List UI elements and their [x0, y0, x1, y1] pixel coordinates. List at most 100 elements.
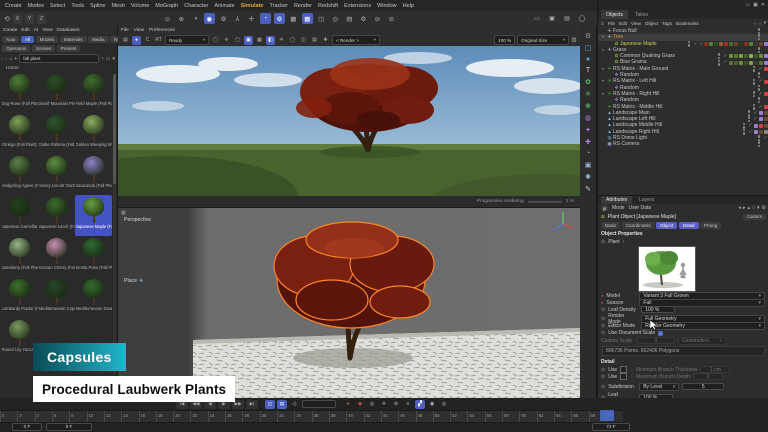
tag-chip[interactable]: [729, 42, 733, 46]
visibility-dots[interactable]: [758, 135, 761, 141]
timeline-toggle-1[interactable]: ▤: [277, 400, 287, 409]
layout-icon-3[interactable]: ◯: [577, 14, 587, 24]
tag-chip[interactable]: [764, 42, 768, 46]
plant-tile[interactable]: Field Maple (Fall Plant): [75, 72, 112, 113]
strip-tool-icon-8[interactable]: ✦: [585, 126, 591, 134]
ab-menu-view[interactable]: View: [42, 28, 52, 33]
section-tab-coordinates[interactable]: Coordinates: [622, 222, 655, 229]
plant-tile[interactable]: Mediterranean Dwarf...: [75, 277, 112, 318]
rv-icon-mid-4[interactable]: ▦: [255, 36, 264, 45]
rv-icon-3[interactable]: RT: [154, 36, 163, 45]
plant-tile[interactable]: Dog-Rose (Fall Plant): [1, 72, 38, 113]
gear-icon[interactable]: ⚙: [571, 36, 577, 44]
section-tab-basic[interactable]: Basic: [601, 222, 620, 229]
tag-chip[interactable]: [739, 54, 743, 58]
record-icon-2[interactable]: ◎: [367, 400, 377, 409]
toolbar-icon-7[interactable]: ◔: [260, 13, 271, 24]
visibility-dots[interactable]: [758, 97, 761, 103]
custom-button[interactable]: Custom: [743, 214, 766, 220]
toolbar-icon-8[interactable]: ⚙: [274, 13, 285, 24]
visibility-dots[interactable]: [753, 79, 756, 85]
visibility-dots[interactable]: [753, 104, 756, 110]
attr-corner-icon-2[interactable]: ▴: [747, 205, 750, 211]
tag-chip[interactable]: [754, 124, 758, 128]
menu-window[interactable]: Window: [377, 3, 397, 9]
strip-tool-icon-4[interactable]: ✿: [585, 78, 591, 86]
visibility-dots[interactable]: [718, 53, 721, 59]
tag-chip[interactable]: [764, 80, 768, 84]
layout-icon-2[interactable]: ▤: [562, 14, 572, 24]
obj-corner-icon-0[interactable]: ○: [754, 21, 757, 26]
toolbar-icon-6[interactable]: ✛: [246, 13, 257, 24]
end-frame-field[interactable]: 72 F: [592, 423, 630, 431]
strip-tool-icon-10[interactable]: ◔: [586, 150, 590, 157]
strip-tool-icon-13[interactable]: ✎: [585, 185, 591, 193]
strip-tool-icon-11[interactable]: ▣: [585, 161, 592, 169]
toolbar-icon-16[interactable]: ⊘: [386, 13, 397, 24]
tag-chip[interactable]: [754, 54, 758, 58]
tag-chip[interactable]: [744, 42, 748, 46]
rv-icon-mid-0[interactable]: ◯: [211, 36, 220, 45]
max-branch-field[interactable]: 3: [693, 373, 723, 380]
visibility-dots[interactable]: [718, 60, 721, 66]
tag-chip[interactable]: [764, 124, 768, 128]
tag-chip[interactable]: [759, 124, 763, 128]
rv-icon-mid-5[interactable]: ◧: [266, 36, 275, 45]
category-tab-scenes[interactable]: Scenes: [32, 45, 55, 52]
tag-chip[interactable]: [749, 54, 753, 58]
record-icon-8[interactable]: ◎: [439, 400, 449, 409]
enabled-checkmark[interactable]: ✓: [757, 78, 764, 84]
editor-mode-dropdown[interactable]: Render Geometry▾: [641, 322, 765, 330]
tag-chip[interactable]: [764, 54, 768, 58]
objects-tab-takes[interactable]: Takes: [630, 10, 653, 19]
plant-tile[interactable]: Globe Robinia (Fall Pl...: [38, 113, 75, 154]
layout-icon-1[interactable]: ▣: [547, 14, 557, 24]
tag-chip[interactable]: [764, 130, 768, 134]
filter-tab-all[interactable]: All: [21, 36, 34, 43]
tag-chip[interactable]: [749, 42, 753, 46]
visibility-dots[interactable]: [688, 41, 691, 47]
menu-create[interactable]: Create: [5, 3, 22, 9]
dock-icon[interactable]: ▭: [745, 2, 750, 8]
tag-chip[interactable]: [719, 42, 723, 46]
menu-redshift[interactable]: Redshift: [318, 3, 338, 9]
tag-chip[interactable]: [734, 54, 738, 58]
custom-scale-unit-dropdown[interactable]: Centimeters▾: [678, 337, 726, 345]
strip-tool-icon-2[interactable]: ●: [586, 56, 590, 63]
axis-z-button[interactable]: Z: [37, 14, 46, 24]
object-properties-header[interactable]: Object Properties: [598, 230, 768, 238]
transport-go-end[interactable]: ▶|: [246, 400, 258, 409]
obj-menu-bookmarks[interactable]: Bookmarks: [676, 21, 699, 26]
enabled-checkmark[interactable]: ✓: [762, 135, 768, 141]
rv-icon-mid-8[interactable]: ◫: [299, 36, 308, 45]
strip-tool-icon-5[interactable]: ✳: [585, 90, 591, 98]
playback-rate-box[interactable]: [302, 400, 336, 408]
section-tab-object[interactable]: Object: [656, 222, 677, 229]
toolbar-icon-9[interactable]: ▦: [288, 13, 299, 24]
enabled-checkmark[interactable]: ✓: [757, 66, 764, 72]
back-icon[interactable]: ‹: [2, 56, 4, 62]
visibility-dots[interactable]: [758, 34, 761, 40]
rv-icon-mid-1[interactable]: ✛: [222, 36, 231, 45]
visibility-dots[interactable]: [758, 85, 761, 91]
category-tab-presets[interactable]: Presets: [57, 45, 81, 52]
visibility-dots[interactable]: [748, 116, 751, 122]
menu-tools[interactable]: Tools: [71, 3, 84, 9]
user-data-label[interactable]: User Data: [629, 205, 652, 211]
record-icon-3[interactable]: ✛: [379, 400, 389, 409]
detail-header[interactable]: Detail: [598, 358, 768, 366]
attr-corner-icon-0[interactable]: ◂: [738, 205, 741, 211]
collapse-icon[interactable]: ▾: [112, 56, 115, 62]
enabled-checkmark[interactable]: ✓: [757, 91, 764, 97]
attr-corner-icon-3[interactable]: ○: [752, 205, 755, 211]
tag-chip[interactable]: [744, 54, 748, 58]
undo-icon[interactable]: ⟲: [4, 15, 10, 23]
strip-tool-icon-0[interactable]: ⚙: [585, 32, 591, 40]
tag-chip[interactable]: [754, 61, 758, 65]
axis-x-button[interactable]: X: [13, 14, 22, 24]
tag-chip[interactable]: [764, 105, 768, 109]
rv-icon-2[interactable]: C: [143, 36, 152, 45]
obj-menu-tags[interactable]: Tags: [662, 21, 672, 26]
tag-chip[interactable]: [759, 42, 763, 46]
filter-tab-models[interactable]: Models: [36, 36, 59, 43]
